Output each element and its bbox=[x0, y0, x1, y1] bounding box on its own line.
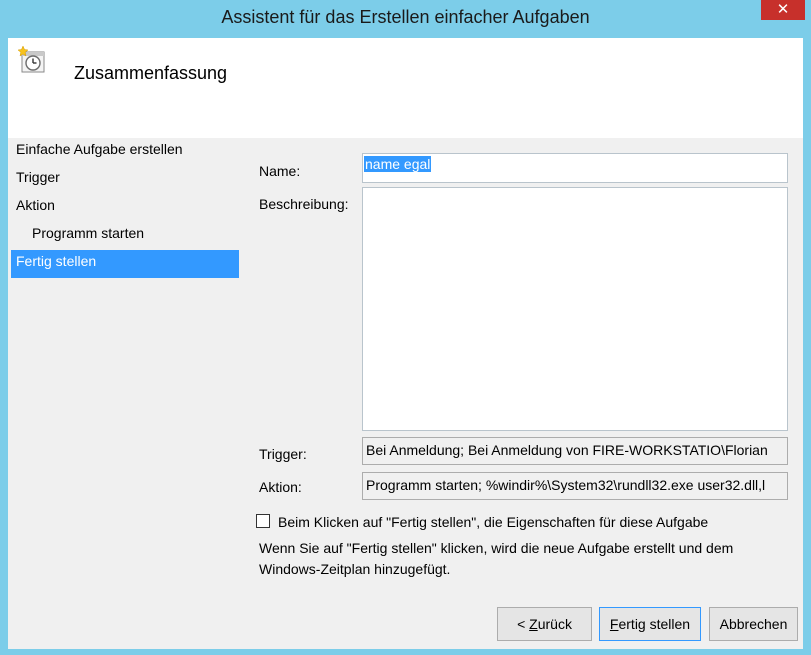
action-label: Aktion: bbox=[259, 479, 302, 495]
back-button[interactable]: < Zurück bbox=[497, 607, 592, 641]
back-button-prefix: < bbox=[517, 616, 530, 632]
step-item-trigger[interactable]: Trigger bbox=[11, 166, 239, 194]
description-label: Beschreibung: bbox=[259, 196, 349, 212]
window-title: Assistent für das Erstellen einfacher Au… bbox=[221, 7, 590, 27]
info-text-line-1: Wenn Sie auf "Fertig stellen" klicken, w… bbox=[259, 540, 734, 556]
step-item-programm-starten[interactable]: Programm starten bbox=[11, 222, 239, 250]
finish-button[interactable]: Fertig stellen bbox=[599, 607, 701, 641]
action-value-field[interactable]: Programm starten; %windir%\System32\rund… bbox=[362, 472, 788, 500]
wizard-client-area: Zusammenfassung Einfache Aufgabe erstell… bbox=[8, 38, 803, 649]
title-bar[interactable]: Assistent für das Erstellen einfacher Au… bbox=[0, 0, 811, 38]
name-input-value: name egal bbox=[364, 156, 432, 172]
open-properties-checkbox-label[interactable]: Beim Klicken auf "Fertig stellen", die E… bbox=[278, 514, 708, 530]
description-textarea[interactable] bbox=[362, 187, 788, 431]
name-input[interactable]: name egal bbox=[362, 153, 788, 183]
close-icon: ✕ bbox=[776, 1, 790, 18]
step-item-einfache-aufgabe[interactable]: Einfache Aufgabe erstellen bbox=[11, 138, 239, 166]
back-button-rest: urück bbox=[537, 616, 572, 632]
wizard-window: Assistent für das Erstellen einfacher Au… bbox=[0, 0, 811, 655]
trigger-label: Trigger: bbox=[259, 446, 307, 462]
back-button-mnemonic: Z bbox=[529, 616, 538, 632]
wizard-header: Zusammenfassung bbox=[8, 38, 803, 138]
trigger-value-field[interactable]: Bei Anmeldung; Bei Anmeldung von FIRE-WO… bbox=[362, 437, 788, 465]
finish-button-rest: ertig stellen bbox=[618, 616, 691, 632]
step-item-fertig-stellen[interactable]: Fertig stellen bbox=[11, 250, 239, 278]
close-button[interactable]: ✕ bbox=[761, 0, 805, 20]
task-clock-icon bbox=[18, 46, 45, 73]
info-text-line-2: Windows-Zeitplan hinzugefügt. bbox=[259, 561, 451, 577]
cancel-button[interactable]: Abbrechen bbox=[709, 607, 798, 641]
name-label: Name: bbox=[259, 163, 301, 179]
open-properties-checkbox[interactable] bbox=[256, 514, 270, 528]
page-title: Zusammenfassung bbox=[74, 63, 228, 83]
step-item-aktion[interactable]: Aktion bbox=[11, 194, 239, 222]
